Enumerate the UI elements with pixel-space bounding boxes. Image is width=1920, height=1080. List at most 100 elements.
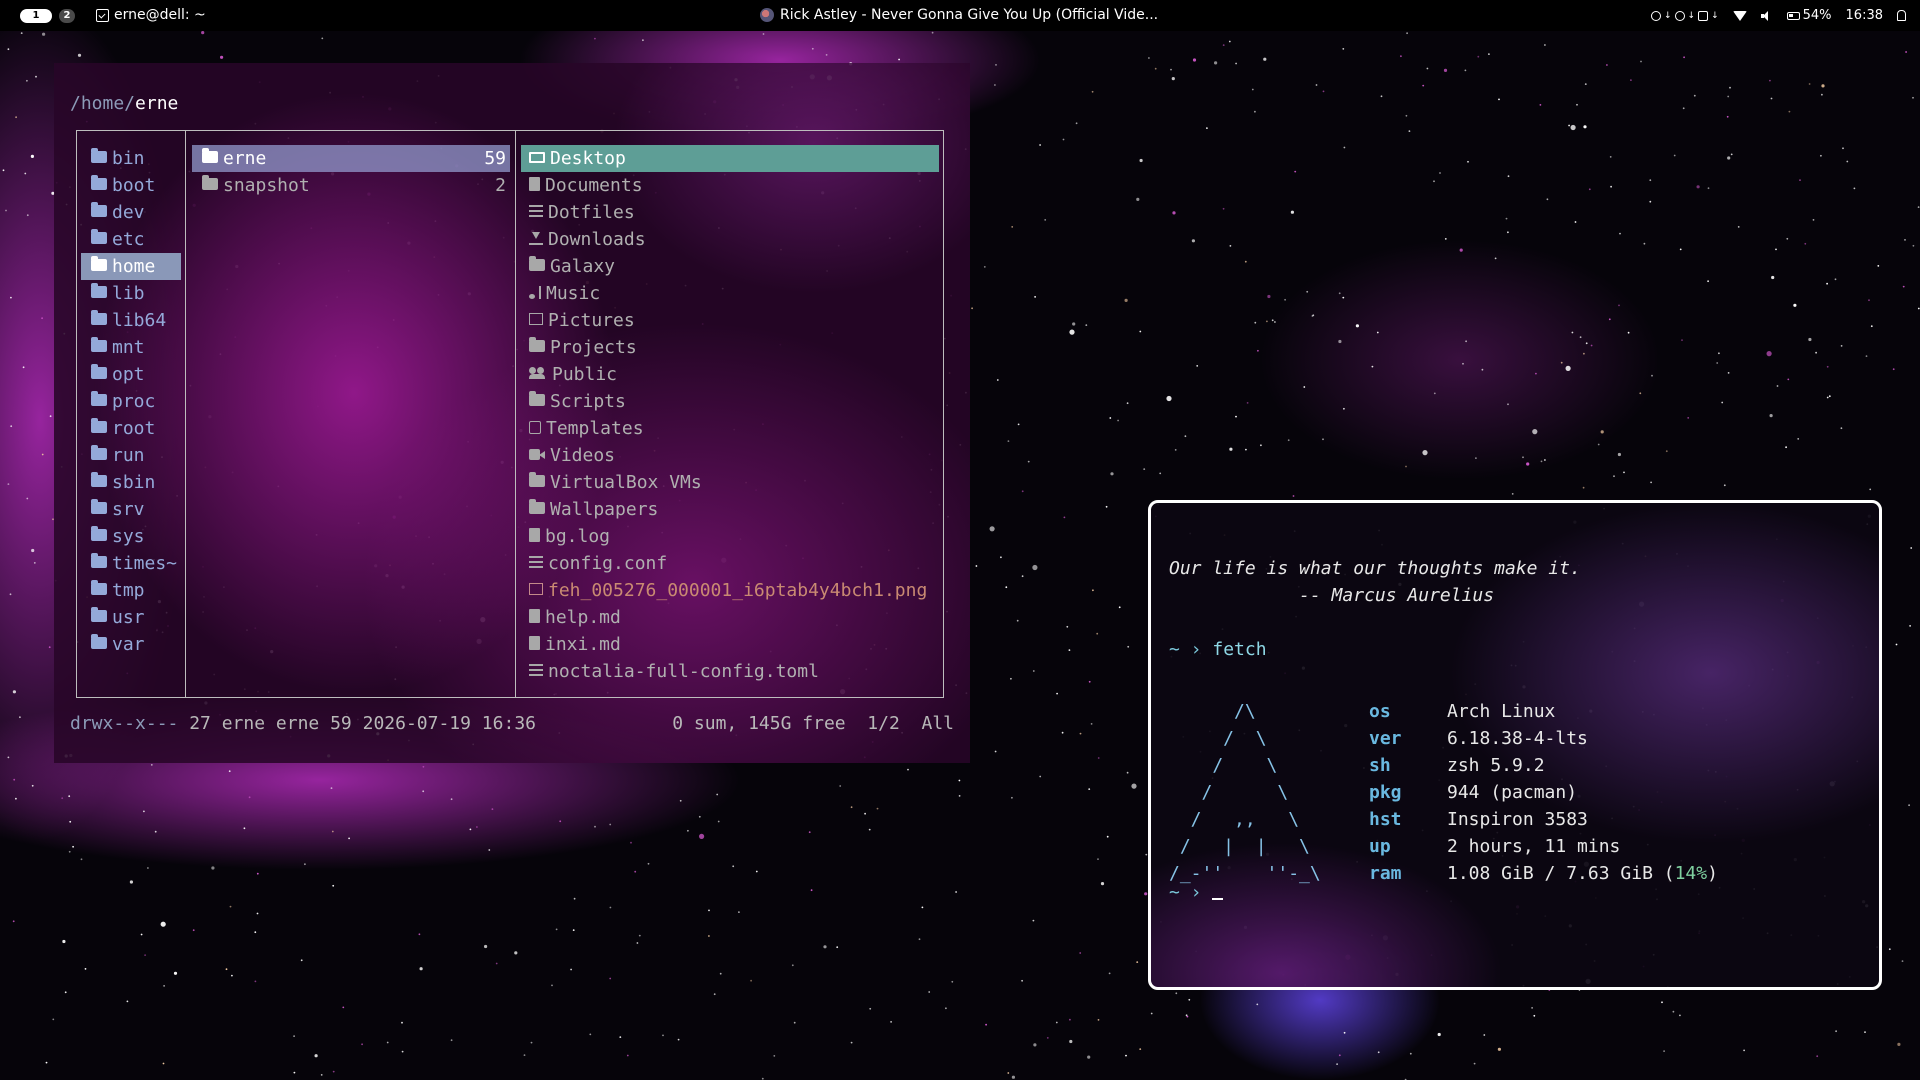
star — [1623, 471, 1625, 474]
star — [1100, 882, 1105, 886]
star — [361, 1043, 363, 1046]
star — [1343, 146, 1346, 149]
star — [1770, 97, 1773, 100]
star — [1046, 1037, 1049, 1039]
star — [699, 833, 705, 840]
home-dir-item[interactable]: erne 59 — [192, 145, 510, 172]
root-dir-item[interactable]: dev — [81, 199, 181, 226]
info-value: 2 hours, 11 mins — [1447, 836, 1621, 857]
system-stats-group[interactable]: ↓ ↓ ↓ — [1650, 10, 1719, 21]
star — [1619, 232, 1621, 235]
battery-indicator[interactable]: 54% — [1786, 8, 1832, 23]
file-entry[interactable]: Desktop — [521, 145, 939, 172]
folder-icon — [529, 256, 545, 271]
star — [662, 1034, 664, 1037]
root-dir-item[interactable]: lib — [81, 280, 181, 307]
star — [907, 768, 909, 771]
workspace-1-button[interactable]: 1 — [20, 9, 52, 23]
root-dir-item[interactable]: sbin — [81, 469, 181, 496]
file-entry[interactable]: Dotfiles — [521, 199, 939, 226]
star — [64, 991, 67, 994]
star — [42, 32, 46, 36]
star — [450, 1039, 453, 1042]
file-entry[interactable]: Public — [521, 361, 939, 388]
file-entry-label: Templates — [546, 418, 644, 439]
root-dir-item[interactable]: home — [81, 253, 181, 280]
file-manager-window[interactable]: /home/erne bin boot dev etc home lib lib64 mnt o… — [54, 63, 970, 763]
active-window-title[interactable]: erne@dell: ~ — [96, 7, 206, 23]
root-dir-item[interactable]: root — [81, 415, 181, 442]
root-dir-item[interactable]: sys — [81, 523, 181, 550]
star — [1737, 226, 1740, 228]
home-dir-item[interactable]: snapshot 2 — [192, 172, 510, 199]
file-entry[interactable]: config.conf — [521, 550, 939, 577]
file-entry[interactable]: VirtualBox VMs — [521, 469, 939, 496]
file-entry[interactable]: Documents — [521, 172, 939, 199]
input-line[interactable]: ~ › — [1169, 882, 1224, 903]
file-entry[interactable]: Galaxy — [521, 253, 939, 280]
star — [1544, 44, 1546, 46]
star — [422, 765, 425, 768]
root-dir-item[interactable]: srv — [81, 496, 181, 523]
file-entry[interactable]: Wallpapers — [521, 496, 939, 523]
file-entry[interactable]: inxi.md — [521, 631, 939, 658]
star — [839, 785, 842, 787]
root-dir-item[interactable]: times~ — [81, 550, 181, 577]
folder-icon — [202, 148, 218, 163]
star — [687, 829, 689, 832]
star — [975, 565, 978, 567]
wifi-button[interactable] — [1732, 10, 1747, 21]
terminal-window[interactable]: Our life is what our thoughts make it. -… — [1148, 500, 1882, 990]
current-path: /home/erne — [70, 93, 178, 114]
root-dir-label: var — [112, 634, 145, 655]
file-entry[interactable]: Downloads — [521, 226, 939, 253]
file-entry[interactable]: feh_005276_000001_i6ptab4y4bch1.png — [521, 577, 939, 604]
root-dir-item[interactable]: var — [81, 631, 181, 658]
file-entry[interactable]: Pictures — [521, 307, 939, 334]
current-column: erne 59 snapshot 2 — [192, 145, 510, 199]
star — [144, 954, 147, 956]
file-icon — [529, 528, 540, 542]
file-entry[interactable]: Videos — [521, 442, 939, 469]
star — [642, 39, 644, 42]
root-dir-item[interactable]: boot — [81, 172, 181, 199]
star — [869, 1007, 872, 1010]
file-entry-label: Desktop — [550, 148, 626, 169]
text-cursor — [1212, 898, 1224, 900]
root-dir-item[interactable]: opt — [81, 361, 181, 388]
file-entry[interactable]: Music — [521, 280, 939, 307]
star — [1912, 244, 1915, 247]
root-dir-item[interactable]: bin — [81, 145, 181, 172]
star — [256, 912, 259, 915]
volume-button[interactable] — [1760, 10, 1773, 21]
clock[interactable]: 16:38 — [1846, 8, 1883, 23]
root-dir-item[interactable]: usr — [81, 604, 181, 631]
file-entry[interactable]: noctalia-full-config.toml — [521, 658, 939, 685]
volume-icon — [1760, 10, 1773, 21]
file-entry[interactable]: Scripts — [521, 388, 939, 415]
folder-icon — [202, 175, 218, 190]
star — [1143, 468, 1146, 470]
media-widget[interactable]: Rick Astley - Never Gonna Give You Up (O… — [760, 7, 1158, 23]
star — [1145, 853, 1148, 856]
root-dir-item[interactable]: run — [81, 442, 181, 469]
root-dir-item[interactable]: tmp — [81, 577, 181, 604]
folder-icon — [529, 391, 545, 406]
file-entry[interactable]: Templates — [521, 415, 939, 442]
file-entry[interactable]: help.md — [521, 604, 939, 631]
star — [41, 317, 43, 320]
parent-column: bin boot dev etc home lib lib64 mnt opt proc root r… — [81, 145, 181, 658]
star — [1888, 948, 1891, 951]
root-dir-item[interactable]: mnt — [81, 334, 181, 361]
root-dir-item[interactable]: lib64 — [81, 307, 181, 334]
notifications-button[interactable] — [1897, 10, 1906, 21]
file-entry[interactable]: Projects — [521, 334, 939, 361]
star — [1840, 427, 1843, 430]
root-dir-item[interactable]: proc — [81, 388, 181, 415]
star — [698, 815, 701, 818]
star — [1649, 200, 1652, 203]
workspace-2-button[interactable]: 2 — [59, 9, 75, 23]
file-entry[interactable]: bg.log — [521, 523, 939, 550]
root-dir-item[interactable]: etc — [81, 226, 181, 253]
star — [647, 862, 650, 865]
